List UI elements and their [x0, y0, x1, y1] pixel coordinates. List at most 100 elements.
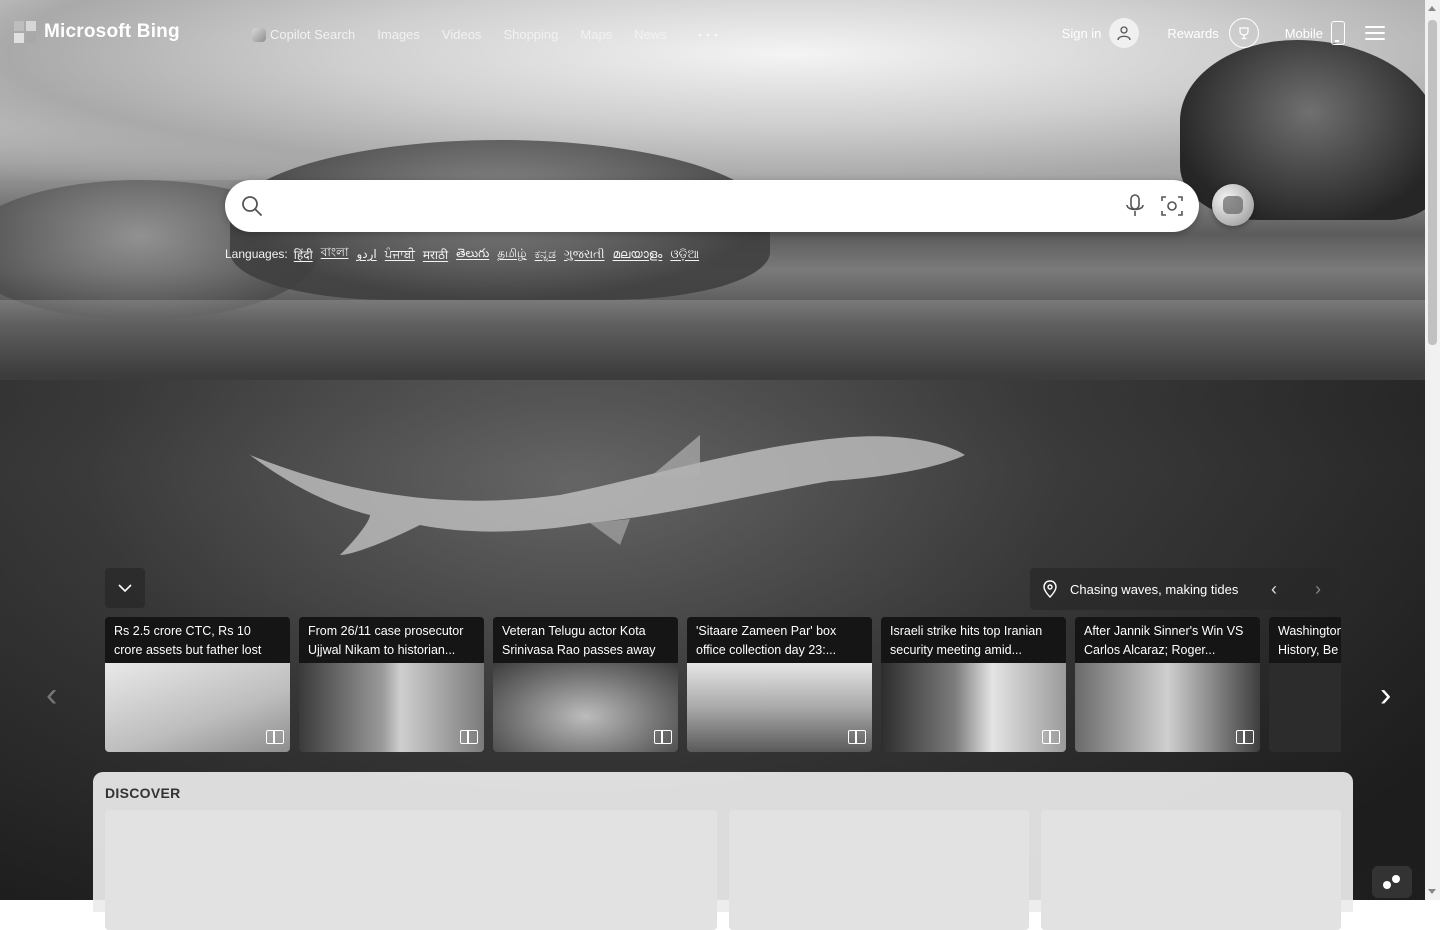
- nav-label: News: [634, 27, 667, 42]
- search-box: [225, 180, 1199, 232]
- language-link-odia[interactable]: ଓଡ଼ିଆ: [670, 247, 699, 262]
- read-icon: [1042, 730, 1060, 744]
- page-scrollbar[interactable]: [1425, 0, 1440, 900]
- phone-icon: [1331, 21, 1345, 45]
- news-image: [105, 663, 290, 752]
- news-carousel: Rs 2.5 crore CTC, Rs 10 crore assets but…: [105, 617, 1341, 752]
- read-icon: [460, 730, 478, 744]
- image-caption[interactable]: Chasing waves, making tides: [1070, 582, 1252, 597]
- news-title: Rs 2.5 crore CTC, Rs 10 crore assets but…: [105, 617, 290, 663]
- news-image: [1075, 663, 1260, 752]
- logo-text: Microsoft Bing: [44, 21, 180, 42]
- discover-panel[interactable]: [105, 810, 717, 930]
- scroll-up-icon[interactable]: [1428, 6, 1436, 11]
- discover-panel[interactable]: [729, 810, 1029, 930]
- chevron-down-icon: [118, 584, 132, 593]
- news-image: [1269, 663, 1341, 752]
- news-image: [493, 663, 678, 752]
- next-image-button[interactable]: ›: [1296, 568, 1340, 610]
- trophy-icon: [1228, 18, 1259, 48]
- nav-label: Videos: [441, 27, 482, 42]
- copilot-icon: [252, 27, 266, 42]
- nav-label: Images: [377, 27, 420, 42]
- microphone-icon[interactable]: [1123, 193, 1147, 219]
- sign-in-button[interactable]: Sign in: [1058, 16, 1144, 50]
- copilot-button[interactable]: [1212, 184, 1254, 226]
- news-next-arrow[interactable]: ›: [1380, 676, 1391, 715]
- news-image: [687, 663, 872, 752]
- rewards-label: Rewards: [1167, 25, 1219, 41]
- news-image: [299, 663, 484, 752]
- language-link-punjabi[interactable]: ਪੰਜਾਬੀ: [385, 247, 415, 262]
- feedback-icon: [1383, 875, 1400, 889]
- nav-videos[interactable]: Videos: [442, 27, 482, 42]
- search-input[interactable]: [273, 194, 1117, 220]
- language-link-telugu[interactable]: తెలుగు: [456, 246, 489, 263]
- nav-maps[interactable]: Maps: [580, 27, 612, 42]
- news-card[interactable]: After Jannik Sinner's Win VS Carlos Alca…: [1075, 617, 1260, 752]
- news-title: Veteran Telugu actor Kota Srinivasa Rao …: [493, 617, 678, 663]
- scroll-thumb[interactable]: [1428, 20, 1437, 345]
- language-link-malayalam[interactable]: മലയാളം: [613, 247, 663, 262]
- scroll-down-icon[interactable]: [1428, 889, 1436, 894]
- nav-news[interactable]: News: [634, 27, 667, 42]
- news-card[interactable]: 'Sitaare Zameen Par' box office collecti…: [687, 617, 872, 752]
- read-icon: [266, 730, 284, 744]
- nav-label: Copilot Search: [270, 27, 356, 42]
- read-icon: [654, 730, 672, 744]
- previous-image-button[interactable]: ‹: [1252, 568, 1296, 610]
- discover-section: DISCOVER: [93, 772, 1353, 930]
- news-title: From 26/11 case prosecutor Ujjwal Nikam …: [299, 617, 484, 663]
- languages-bar: Languages: हिंदी বাংলা اردو ਪੰਜਾਬੀ मराठी…: [225, 244, 707, 264]
- language-link-urdu[interactable]: اردو: [356, 247, 376, 261]
- news-card[interactable]: Veteran Telugu actor Kota Srinivasa Rao …: [493, 617, 678, 752]
- collapse-feed-button[interactable]: [105, 568, 145, 608]
- nav-label: Shopping: [503, 27, 559, 42]
- news-card[interactable]: From 26/11 case prosecutor Ujjwal Nikam …: [299, 617, 484, 752]
- nav-label: Maps: [580, 27, 613, 42]
- news-title: Washington History, Be: [1269, 617, 1341, 663]
- top-header: Microsoft Bing Copilot Search Images Vid…: [0, 0, 1425, 68]
- news-card[interactable]: Washington History, Be: [1269, 617, 1341, 752]
- nav-copilot-search[interactable]: Copilot Search: [252, 27, 355, 42]
- news-title: 'Sitaare Zameen Par' box office collecti…: [687, 617, 872, 663]
- news-title: After Jannik Sinner's Win VS Carlos Alca…: [1075, 617, 1260, 663]
- news-image: [881, 663, 1066, 752]
- copilot-icon: [1223, 196, 1243, 214]
- image-info-bar: Chasing waves, making tides ‹ ›: [1030, 568, 1340, 610]
- camera-scan-icon[interactable]: [1159, 193, 1185, 219]
- shark-illustration: [250, 435, 965, 555]
- search-icon[interactable]: [239, 193, 265, 219]
- top-nav: Copilot Search Images Videos Shopping Ma…: [252, 24, 721, 45]
- nav-images[interactable]: Images: [377, 27, 420, 42]
- language-link-gujarati[interactable]: ગુજરાતી: [564, 247, 605, 262]
- language-link-tamil[interactable]: தமிழ்: [497, 246, 526, 262]
- language-link-kannada[interactable]: ಕನ್ನಡ: [535, 247, 556, 262]
- more-menu-button[interactable]: ···: [697, 24, 721, 45]
- discover-panel[interactable]: [1041, 810, 1341, 930]
- language-link-hindi[interactable]: हिंदी: [294, 246, 313, 263]
- header-actions: Sign in Rewards Mobile: [1058, 14, 1385, 52]
- language-link-marathi[interactable]: मराठी: [423, 246, 448, 263]
- languages-label: Languages:: [225, 247, 288, 261]
- news-card[interactable]: Rs 2.5 crore CTC, Rs 10 crore assets but…: [105, 617, 290, 752]
- microsoft-logo-icon: [14, 21, 36, 43]
- nav-shopping[interactable]: Shopping: [503, 27, 558, 42]
- sign-in-label: Sign in: [1061, 25, 1102, 41]
- background-image: [0, 0, 1440, 900]
- news-title: Israeli strike hits top Iranian security…: [881, 617, 1066, 663]
- hamburger-menu-icon[interactable]: [1365, 26, 1385, 40]
- discover-title: DISCOVER: [105, 785, 181, 801]
- news-card[interactable]: Israeli strike hits top Iranian security…: [881, 617, 1066, 752]
- read-icon: [848, 730, 866, 744]
- feedback-button[interactable]: [1372, 866, 1412, 898]
- bing-logo[interactable]: Microsoft Bing: [14, 18, 180, 46]
- read-icon: [1236, 730, 1254, 744]
- news-prev-arrow[interactable]: ‹: [46, 676, 57, 715]
- language-link-bangla[interactable]: বাংলা: [321, 244, 349, 264]
- mobile-button[interactable]: Mobile: [1283, 17, 1347, 49]
- location-pin-icon: [1043, 580, 1057, 598]
- rewards-button[interactable]: Rewards: [1153, 14, 1272, 52]
- mobile-label: Mobile: [1284, 25, 1323, 41]
- user-icon: [1109, 18, 1140, 48]
